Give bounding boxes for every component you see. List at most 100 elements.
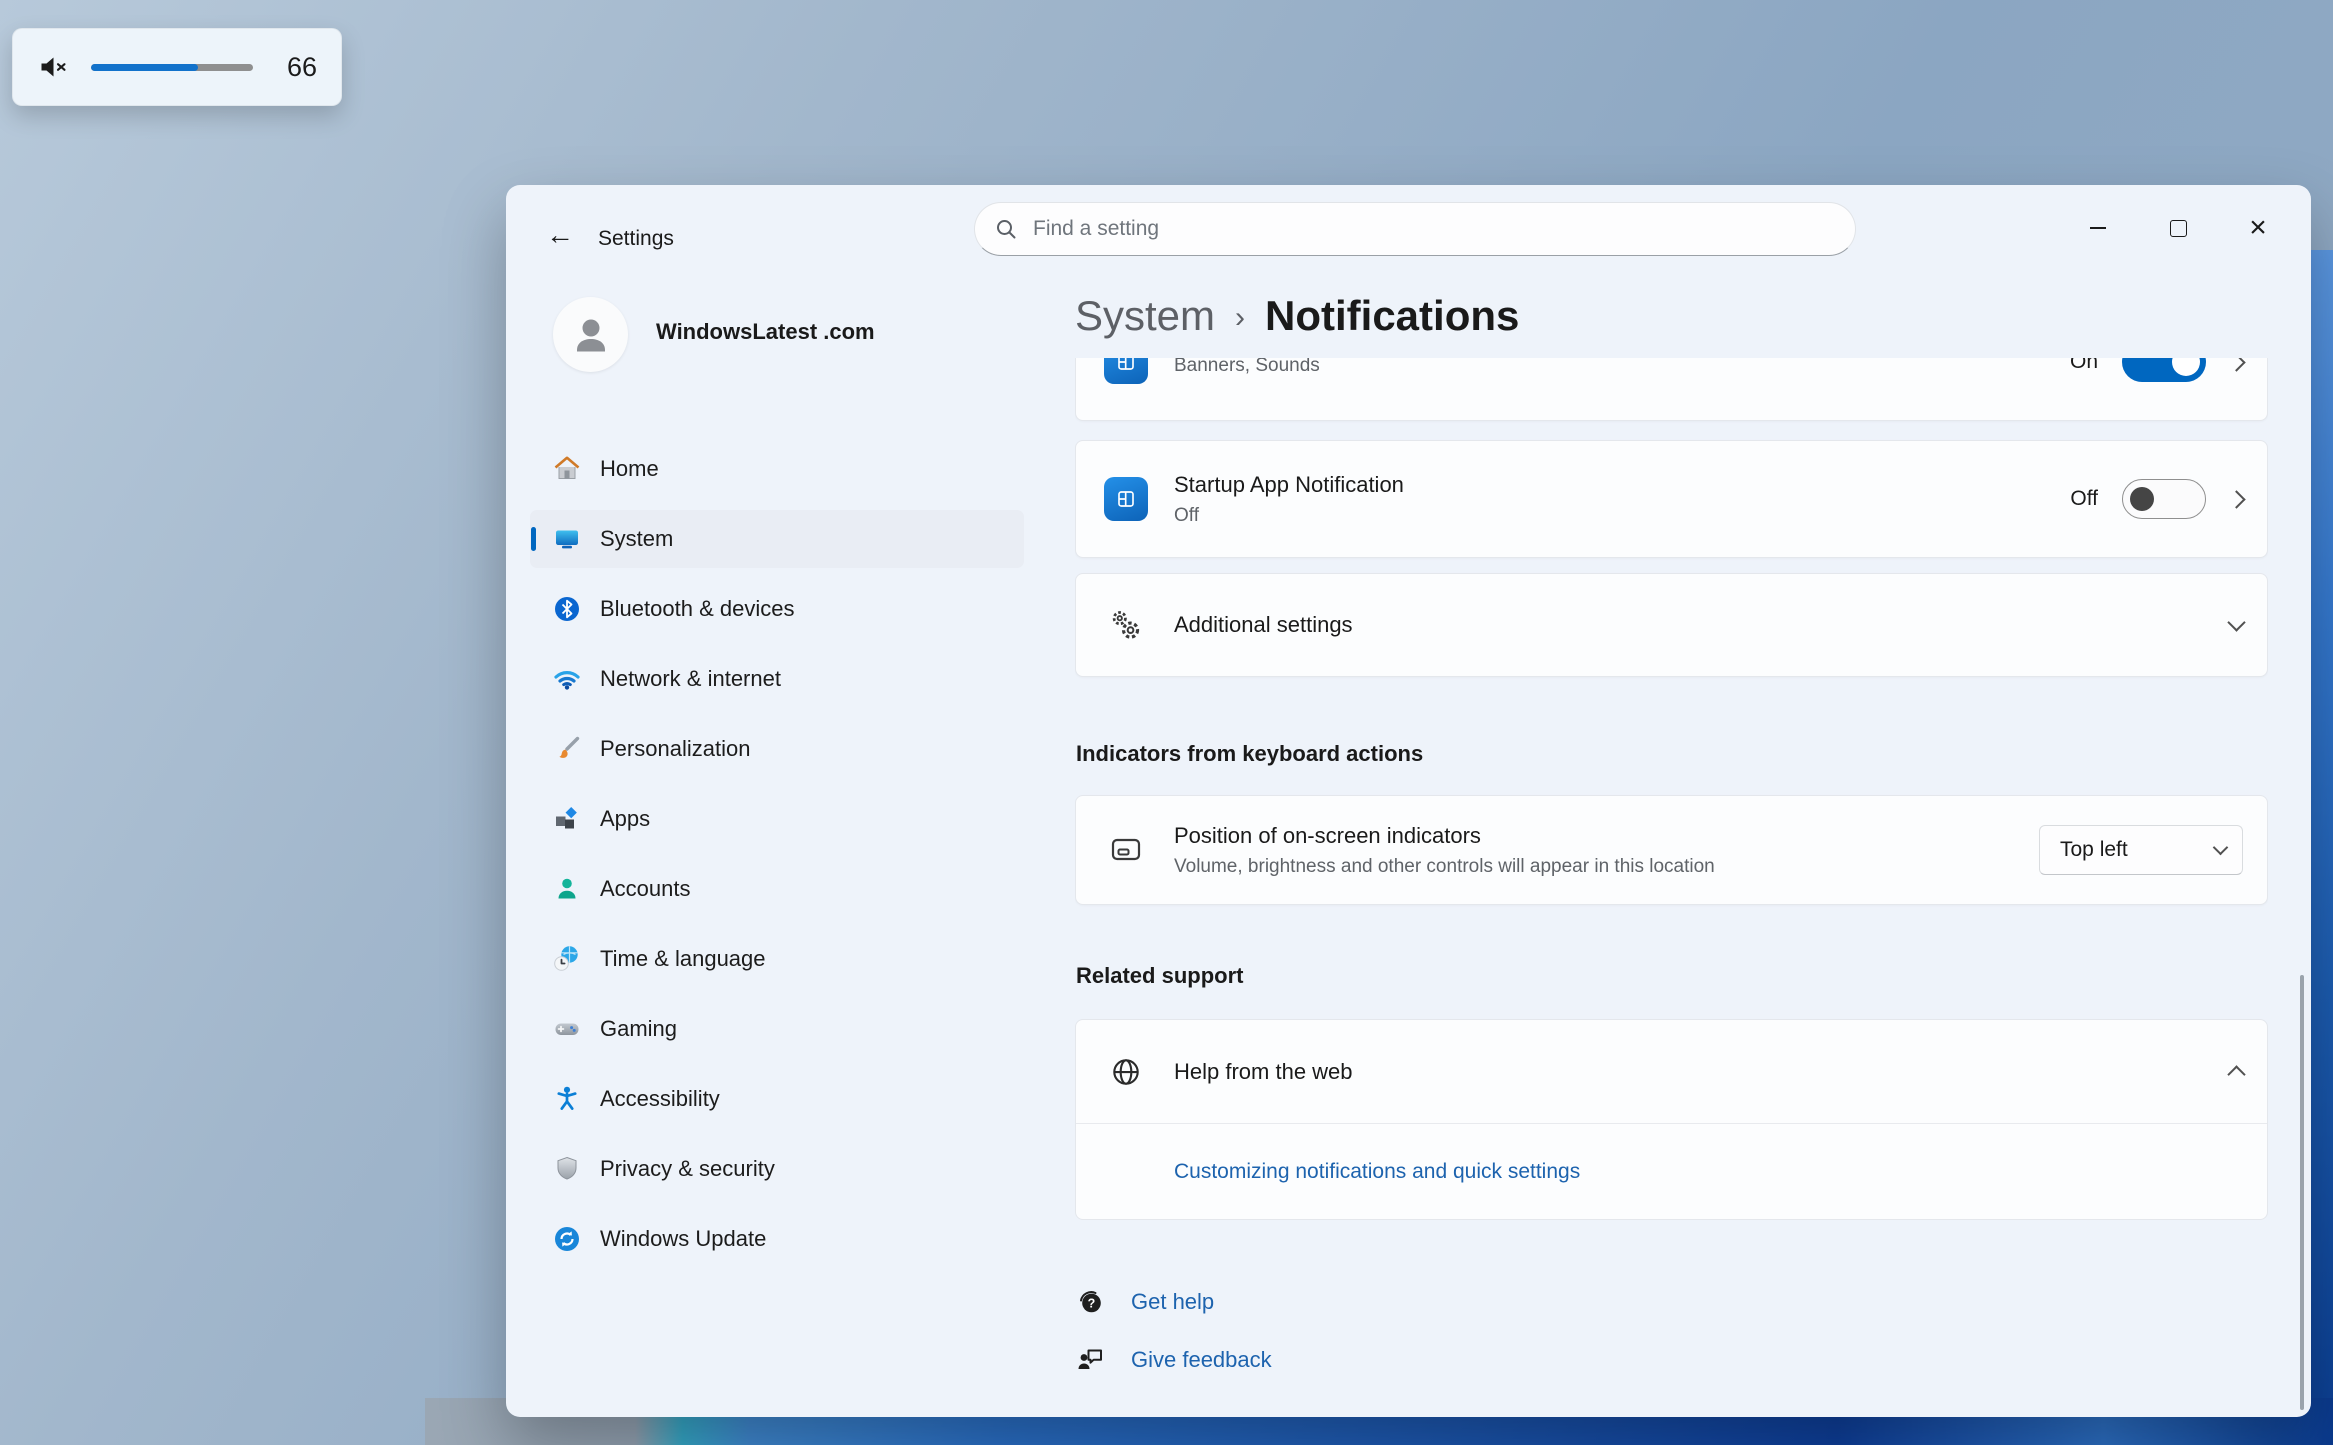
give-feedback-row: Give feedback [1075,1342,1272,1378]
breadcrumb-separator-icon: › [1235,297,1245,335]
notifications-toggle[interactable] [2122,358,2206,382]
muted-speaker-icon [37,52,69,82]
sidebar-item-accounts[interactable]: Accounts [530,860,1024,918]
search-input[interactable] [1031,216,1835,242]
bluetooth-icon [552,594,582,624]
help-from-web-card: Help from the web Customizing notificati… [1075,1019,2268,1220]
globe-icon [1109,1055,1143,1089]
sidebar-item-label: Accounts [600,876,691,902]
sidebar-item-label: Home [600,456,659,482]
sidebar-item-gaming[interactable]: Gaming [530,1000,1024,1058]
chevron-right-icon [2227,358,2245,371]
help-link[interactable]: Customizing notifications and quick sett… [1174,1160,1580,1184]
chevron-down-icon [2213,840,2229,856]
row-title: Help from the web [1174,1059,1353,1085]
sidebar-item-network-internet[interactable]: Network & internet [530,650,1024,708]
help-from-web-row[interactable]: Help from the web [1076,1020,2267,1124]
get-help-icon: ? [1075,1286,1107,1318]
startup-app-icon [1104,477,1148,521]
chevron-down-icon [2227,613,2245,631]
row-subtitle: Banners, Sounds [1174,358,1320,377]
shield-icon [552,1154,582,1184]
breadcrumb-parent[interactable]: System [1075,292,1215,340]
dropdown-value: Top left [2060,838,2203,862]
maximize-button[interactable] [2138,205,2218,251]
sidebar-item-label: System [600,526,673,552]
sidebar-item-label: Personalization [600,736,750,762]
user-silhouette-icon [568,312,614,358]
wifi-icon [552,664,582,694]
additional-settings-row[interactable]: Additional settings [1075,573,2268,677]
chevron-up-icon [2227,1065,2245,1083]
sidebar-item-windows-update[interactable]: Windows Update [530,1210,1024,1268]
page-title: Notifications [1265,292,1519,340]
toggle-knob [2130,487,2154,511]
toggle-knob [2172,358,2200,376]
breadcrumb: System › Notifications [1075,285,1519,347]
search-box[interactable] [974,202,1856,256]
volume-slider[interactable] [91,64,253,71]
windows-update-icon [552,1224,582,1254]
row-title: Startup App Notification [1174,472,1404,498]
give-feedback-link[interactable]: Give feedback [1131,1347,1272,1373]
sidebar-item-label: Time & language [600,946,766,972]
startup-notification-toggle[interactable] [2122,479,2206,519]
chevron-right-icon [2227,490,2245,508]
get-help-row: ? Get help [1075,1284,1214,1320]
notifications-row[interactable]: Banners, Sounds On [1075,358,2268,421]
maximize-icon [2170,220,2187,237]
sidebar-item-time-language[interactable]: Time & language [530,930,1024,988]
window-title: Settings [598,227,674,251]
volume-value: 66 [279,52,317,83]
row-title: Additional settings [1174,612,1353,638]
sidebar-item-bluetooth-devices[interactable]: Bluetooth & devices [530,580,1024,638]
minimize-icon [2090,227,2106,229]
selected-indicator [531,527,536,551]
search-icon [995,218,1017,240]
settings-content: Banners, Sounds On Startup App Not [1075,358,2268,1414]
row-subtitle: Volume, brightness and other controls wi… [1174,856,1715,878]
account-name[interactable]: WindowsLatest .com [656,319,875,345]
close-icon: × [2249,213,2267,243]
avatar[interactable] [553,297,628,372]
sidebar-item-label: Windows Update [600,1226,766,1252]
settings-window: ← Settings × WindowsLatest .com [506,185,2311,1417]
sidebar-nav: Home System Bluetooth & devices [530,440,1024,1268]
scrollbar-thumb[interactable] [2300,975,2304,1410]
give-feedback-icon [1075,1344,1107,1376]
sidebar-item-accessibility[interactable]: Accessibility [530,1070,1024,1128]
sidebar-item-label: Accessibility [600,1086,720,1112]
gamepad-icon [552,1014,582,1044]
sidebar-item-label: Bluetooth & devices [600,596,794,622]
notifications-app-icon [1104,358,1148,384]
sidebar-item-home[interactable]: Home [530,440,1024,498]
gears-icon [1109,608,1143,642]
window-controls: × [2058,205,2298,251]
desktop: 66 ← Settings × WindowsLatest .com [0,0,2333,1445]
home-icon [552,454,582,484]
svg-text:?: ? [1088,1296,1096,1310]
section-heading-related-support: Related support [1076,963,1243,989]
row-subtitle: Off [1174,505,1404,527]
accounts-icon [552,874,582,904]
position-dropdown[interactable]: Top left [2039,825,2243,875]
toggle-state-label: On [2070,358,2098,374]
sidebar-item-personalization[interactable]: Personalization [530,720,1024,778]
sidebar-item-system[interactable]: System [530,510,1024,568]
minimize-button[interactable] [2058,205,2138,251]
toggle-state-label: Off [2070,487,2098,511]
help-link-row: Customizing notifications and quick sett… [1076,1124,2267,1219]
startup-app-notification-row[interactable]: Startup App Notification Off Off [1075,440,2268,558]
volume-osd: 66 [12,28,342,106]
back-button[interactable]: ← [540,215,580,255]
onscreen-indicator-icon [1108,833,1144,867]
close-button[interactable]: × [2218,205,2298,251]
section-heading-indicators: Indicators from keyboard actions [1076,741,1423,767]
sidebar-item-privacy-security[interactable]: Privacy & security [530,1140,1024,1198]
sidebar-item-label: Apps [600,806,650,832]
get-help-link[interactable]: Get help [1131,1289,1214,1315]
sidebar-item-apps[interactable]: Apps [530,790,1024,848]
sidebar-item-label: Privacy & security [600,1156,775,1182]
sidebar-item-label: Gaming [600,1016,677,1042]
time-language-icon [552,944,582,974]
